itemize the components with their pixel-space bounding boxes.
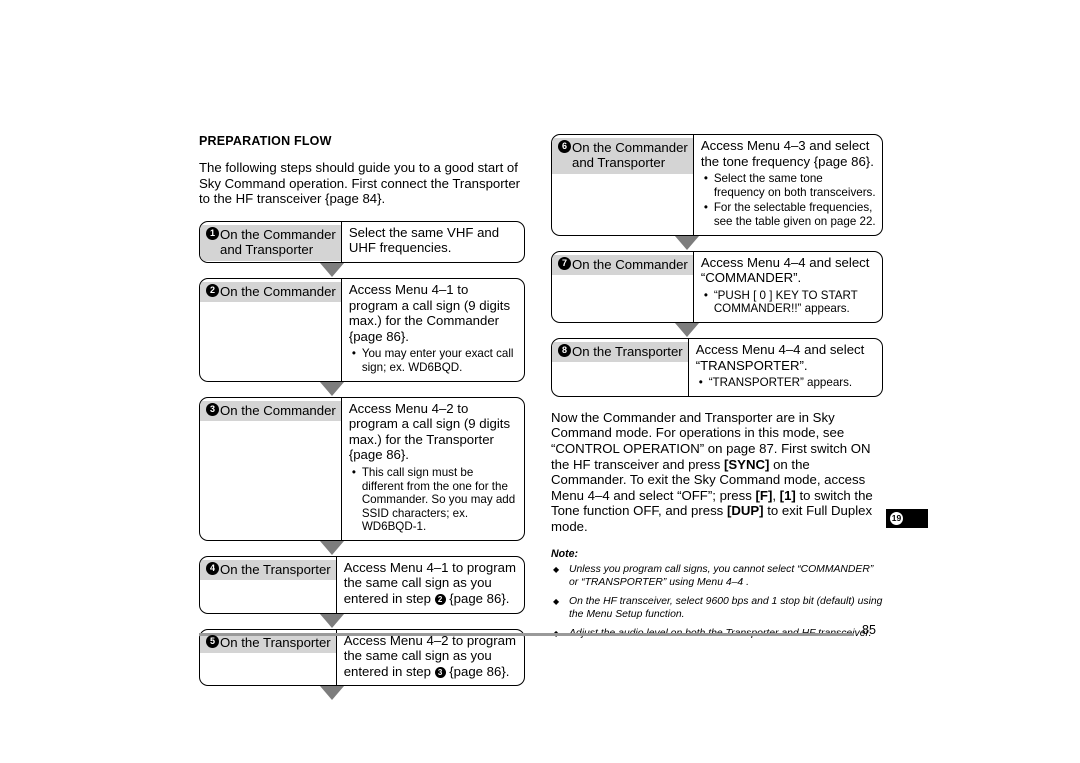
- key-sync: [SYNC]: [723, 456, 770, 472]
- flow-step-3-label-cell: 3 On the Commander: [200, 397, 342, 540]
- flow-step-4-label: On the Transporter: [200, 559, 336, 581]
- flow-step-3-label: On the Commander: [200, 400, 341, 421]
- list-item: For the selectable frequencies, see the …: [701, 201, 876, 228]
- list-item: “TRANSPORTER” appears.: [696, 376, 876, 390]
- flow-step-4-body: Access Menu 4–1 to program the same call…: [337, 557, 524, 613]
- flow-step-2-label: On the Commander: [200, 281, 341, 303]
- flow-step-3: 3 On the Commander Access Menu 4–2 to pr…: [199, 396, 525, 541]
- flow-step-3-text: Access Menu 4–2 to program a call sign (…: [348, 400, 511, 463]
- flow-step-8-bullets: “TRANSPORTER” appears.: [696, 376, 876, 390]
- flow-step-2: 2 On the Commander Access Menu 4–1 to pr…: [199, 277, 525, 382]
- flow-step-7-text: Access Menu 4–4 and select “COMMANDER”.: [700, 254, 870, 286]
- flow-step-8: 8 On the Transporter Access Menu 4–4 and…: [551, 337, 883, 397]
- closing-paragraph: Now the Commander and Transporter are in…: [551, 410, 883, 535]
- flow-step-6: 6 On the Commander and Transporter Acces…: [551, 134, 883, 236]
- footer-divider: [199, 633, 854, 636]
- note-heading: Note:: [551, 548, 579, 561]
- flow-step-2-label-cell: 2 On the Commander: [200, 278, 342, 381]
- closing-text-1: Now the Commander and Transporter are in…: [551, 409, 871, 472]
- flow-step-5-label-cell: 5 On the Transporter: [200, 629, 337, 686]
- flow-step-5: 5 On the Transporter Access Menu 4–2 to …: [199, 628, 525, 687]
- flow-step-2-text: Access Menu 4–1 to program a call sign (…: [348, 281, 511, 344]
- closing-text-3: ,: [772, 487, 780, 503]
- flow-step-6-label: On the Commander and Transporter: [552, 138, 693, 174]
- step-number-badge: 3: [206, 402, 219, 416]
- flow-step-7-bullets: “PUSH [ 0 ] KEY TO START COMMANDER!!” ap…: [701, 289, 876, 316]
- flow-step-4-label-cell: 4 On the Transporter: [200, 556, 337, 613]
- step-number-badge: 2: [206, 283, 219, 297]
- flow-step-5-text: Access Menu 4–2 to program the same call…: [344, 633, 518, 680]
- key-dup: [DUP]: [726, 503, 764, 519]
- flow-arrow-2-3: [199, 381, 525, 397]
- flow-step-3-bullets: This call sign must be different from th…: [349, 466, 518, 534]
- flow-arrow-5-end: [199, 686, 525, 701]
- flow-step-7-label-cell: 7 On the Commander: [552, 251, 694, 322]
- flow-step-4-text: Access Menu 4–1 to program the same call…: [344, 560, 518, 607]
- flow-step-8-body: Access Menu 4–4 and select “TRANSPORTER”…: [689, 339, 882, 396]
- key-1: [1]: [779, 487, 796, 503]
- flow-arrow-1-2: [199, 262, 525, 278]
- flow-step-5-body: Access Menu 4–2 to program the same call…: [337, 630, 524, 686]
- flow-step-8-label: On the Transporter: [552, 341, 688, 363]
- flow-step-6-text: Access Menu 4–3 and select the tone freq…: [700, 138, 874, 169]
- flow-arrow-6-7: [551, 235, 883, 251]
- flow-step-1-label-cell: 1 On the Commander and Transporter: [200, 221, 342, 262]
- flow-step-2-body: Access Menu 4–1 to program a call sign (…: [342, 279, 524, 381]
- flow-step-6-label-cell: 6 On the Commander and Transporter: [552, 135, 694, 235]
- flow-step-6-bullets: Select the same tone frequency on both t…: [701, 172, 876, 228]
- flow-step-1: 1 On the Commander and Transporter Selec…: [199, 220, 525, 263]
- left-column: PREPARATION FLOW The following steps sho…: [199, 134, 525, 701]
- step-number-badge: 6: [558, 140, 571, 153]
- flow-step-1-body: Select the same VHF and UHF frequencies.: [342, 222, 524, 262]
- inline-step-reference-badge: 2: [434, 594, 446, 606]
- manual-page: PREPARATION FLOW The following steps sho…: [0, 0, 1080, 763]
- flow-step-5-text-post: {page 86}.: [445, 663, 510, 679]
- flow-step-1-label: On the Commander and Transporter: [200, 224, 341, 261]
- flow-step-2-bullets: You may enter your exact call sign; ex. …: [349, 347, 518, 374]
- flow-step-7-body: Access Menu 4–4 and select “COMMANDER”. …: [694, 252, 882, 322]
- inline-step-reference-badge: 3: [434, 666, 446, 678]
- step-number-badge: 5: [206, 634, 219, 648]
- note-list: Unless you program call signs, you canno…: [551, 564, 883, 640]
- list-item: This call sign must be different from th…: [349, 466, 518, 534]
- flow-step-7-label: On the Commander: [552, 254, 693, 275]
- list-item: “PUSH [ 0 ] KEY TO START COMMANDER!!” ap…: [701, 289, 876, 316]
- flow-arrow-7-8: [551, 322, 883, 338]
- flow-step-4-text-post: {page 86}.: [445, 591, 510, 607]
- step-number-badge: 7: [558, 256, 571, 270]
- key-f: [F]: [755, 487, 773, 503]
- step-number-badge: 8: [558, 343, 571, 357]
- page-number: 85: [862, 623, 876, 637]
- flow-step-1-text: Select the same VHF and UHF frequencies.: [348, 224, 500, 256]
- list-item: Unless you program call signs, you canno…: [551, 564, 883, 589]
- flow-step-7: 7 On the Commander Access Menu 4–4 and s…: [551, 250, 883, 323]
- list-item: You may enter your exact call sign; ex. …: [349, 347, 518, 374]
- flow-arrow-3-4: [199, 540, 525, 556]
- flow-step-6-body: Access Menu 4–3 and select the tone freq…: [694, 135, 882, 235]
- list-item: Select the same tone frequency on both t…: [701, 172, 876, 199]
- flow-step-3-body: Access Menu 4–2 to program a call sign (…: [342, 398, 524, 540]
- list-item: On the HF transceiver, select 9600 bps a…: [551, 596, 883, 621]
- chapter-tab: 19: [886, 509, 928, 528]
- flow-arrow-4-5: [199, 613, 525, 629]
- step-number-badge: 1: [206, 226, 219, 240]
- chapter-tab-number: 19: [890, 512, 903, 525]
- flow-step-8-label-cell: 8 On the Transporter: [552, 338, 689, 396]
- flow-step-4: 4 On the Transporter Access Menu 4–1 to …: [199, 555, 525, 614]
- page-title: PREPARATION FLOW: [199, 134, 332, 148]
- intro-paragraph: The following steps should guide you to …: [199, 160, 521, 207]
- flow-step-8-text: Access Menu 4–4 and select “TRANSPORTER”…: [695, 341, 865, 373]
- right-column: 6 On the Commander and Transporter Acces…: [551, 134, 883, 648]
- step-number-badge: 4: [206, 561, 219, 575]
